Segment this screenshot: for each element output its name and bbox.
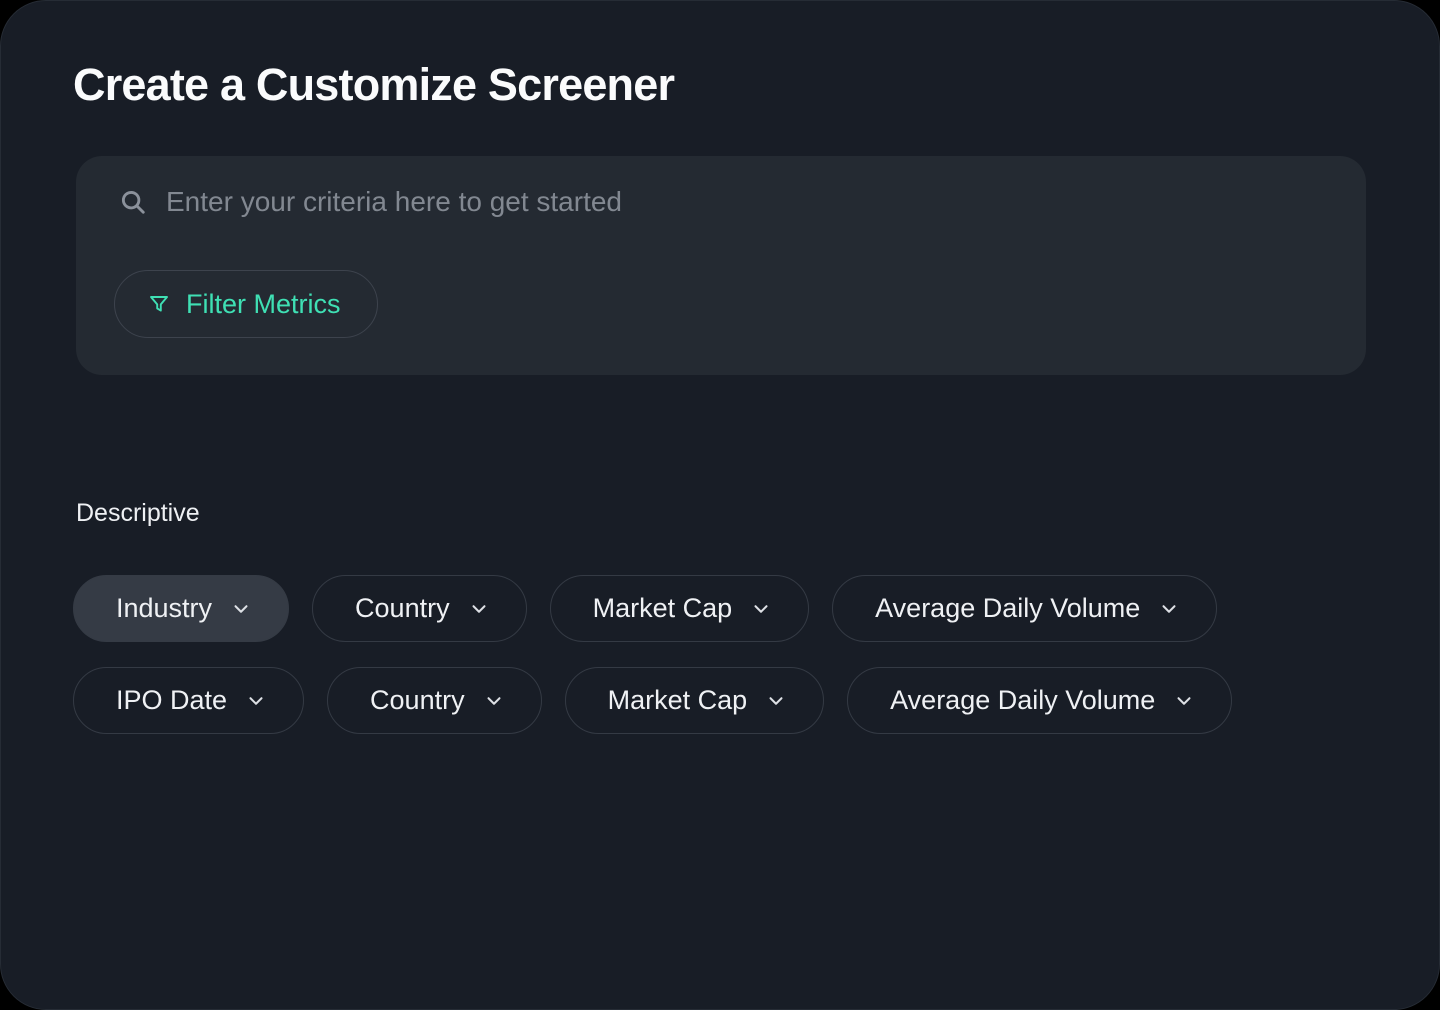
chevron-down-icon xyxy=(230,598,252,620)
filter-pill-label: Average Daily Volume xyxy=(875,593,1140,624)
chevron-down-icon xyxy=(245,690,267,712)
filter-pill-ipo-date[interactable]: IPO Date xyxy=(73,667,304,734)
filter-pill-country[interactable]: Country xyxy=(327,667,542,734)
chevron-down-icon xyxy=(468,598,490,620)
filter-pill-label: Country xyxy=(355,593,450,624)
search-row xyxy=(118,184,1326,220)
chevron-down-icon xyxy=(1173,690,1195,712)
criteria-search-input[interactable] xyxy=(166,186,1326,218)
filter-pill-average-daily-volume[interactable]: Average Daily Volume xyxy=(832,575,1217,642)
filter-pill-row-1: Industry Country Market Cap Average Dail… xyxy=(73,575,1217,642)
filter-funnel-icon xyxy=(147,292,171,316)
filter-metrics-button[interactable]: Filter Metrics xyxy=(114,270,378,338)
chevron-down-icon xyxy=(483,690,505,712)
chevron-down-icon xyxy=(765,690,787,712)
filter-pill-label: Industry xyxy=(116,593,212,624)
criteria-panel: Filter Metrics xyxy=(76,156,1366,375)
filter-pill-row-2: IPO Date Country Market Cap Average Dail… xyxy=(73,667,1232,734)
chevron-down-icon xyxy=(1158,598,1180,620)
filter-pill-country[interactable]: Country xyxy=(312,575,527,642)
filter-pill-label: Market Cap xyxy=(608,685,748,716)
filter-pill-average-daily-volume[interactable]: Average Daily Volume xyxy=(847,667,1232,734)
section-label-descriptive: Descriptive xyxy=(76,499,200,528)
filter-pill-label: IPO Date xyxy=(116,685,227,716)
filter-pill-market-cap[interactable]: Market Cap xyxy=(550,575,810,642)
filter-pill-market-cap[interactable]: Market Cap xyxy=(565,667,825,734)
filter-pill-label: Market Cap xyxy=(593,593,733,624)
screener-window: Create a Customize Screener Filter Metri… xyxy=(0,0,1440,1010)
page-title: Create a Customize Screener xyxy=(73,59,674,111)
filter-metrics-label: Filter Metrics xyxy=(186,289,341,320)
filter-pill-industry[interactable]: Industry xyxy=(73,575,289,642)
filter-pill-label: Average Daily Volume xyxy=(890,685,1155,716)
search-icon xyxy=(118,187,148,217)
chevron-down-icon xyxy=(750,598,772,620)
filter-pill-label: Country xyxy=(370,685,465,716)
